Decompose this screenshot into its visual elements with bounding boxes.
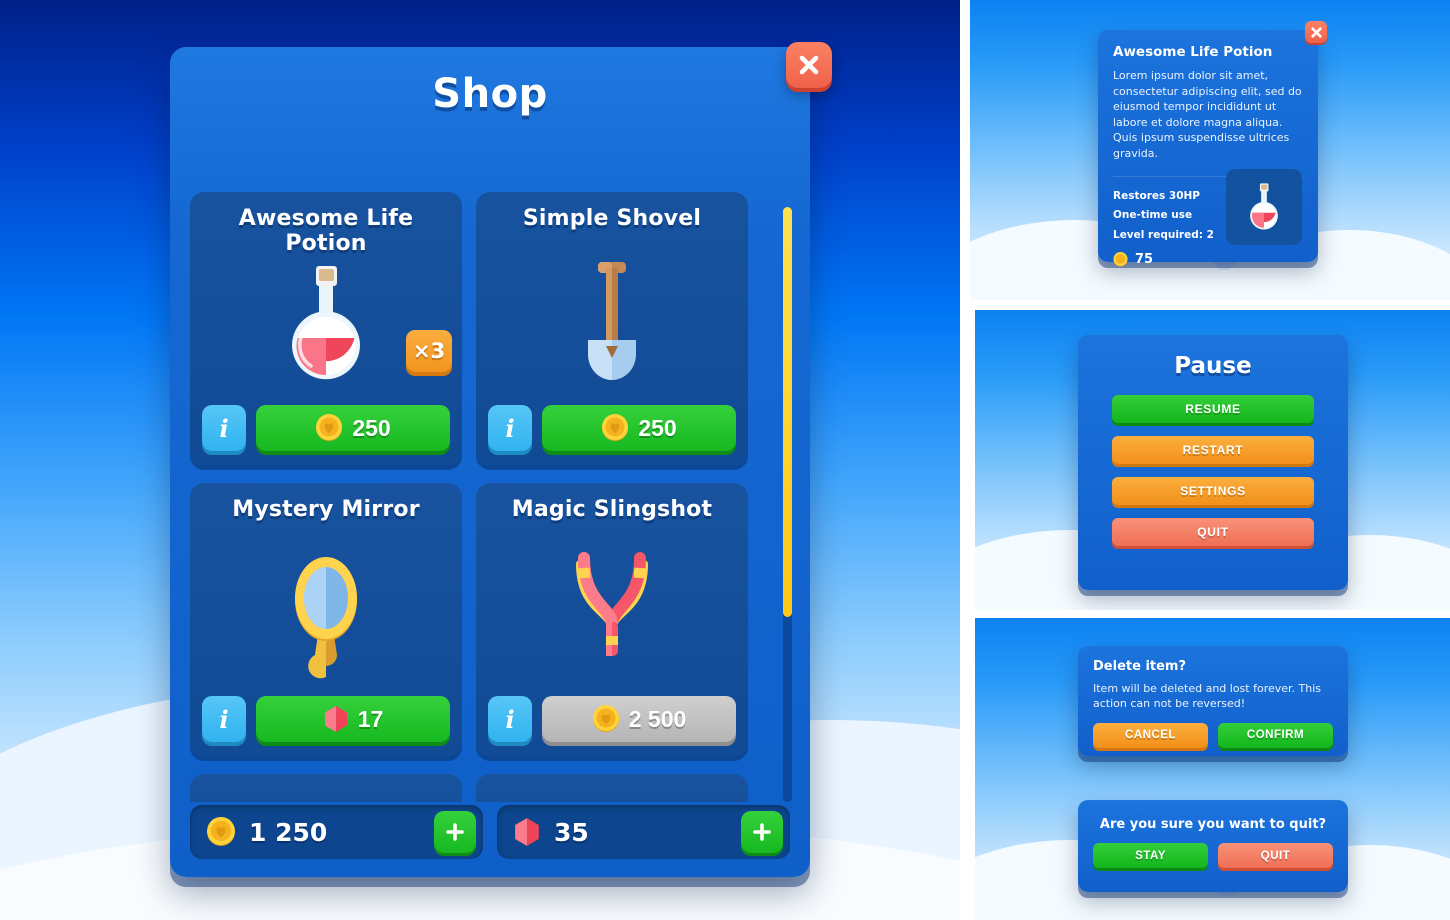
close-icon bbox=[799, 55, 819, 75]
coin-icon bbox=[316, 414, 343, 441]
settings-button[interactable]: SETTINGS bbox=[1112, 477, 1314, 505]
shop-item-row-partial bbox=[190, 774, 790, 802]
shop-card-title: Mystery Mirror bbox=[232, 497, 420, 522]
shop-buy-button[interactable]: 17 bbox=[256, 696, 450, 742]
dialogs-scene: Delete item? Item will be deleted and lo… bbox=[975, 618, 1450, 920]
shop-info-button[interactable]: i bbox=[202, 405, 246, 451]
shop-card-shovel[interactable]: Simple Shovel i 250 bbox=[476, 192, 748, 465]
quit-button[interactable]: QUIT bbox=[1112, 518, 1314, 546]
delete-item-dialog: Delete item? Item will be deleted and lo… bbox=[1078, 646, 1348, 756]
shop-card-actions: i 17 bbox=[202, 696, 450, 742]
plus-icon bbox=[753, 823, 771, 841]
tooltip-item-thumbnail bbox=[1226, 169, 1302, 245]
coin-icon bbox=[592, 705, 619, 732]
close-icon bbox=[1310, 26, 1322, 38]
shop-card-art bbox=[190, 535, 462, 695]
shop-card-title: Magic Slingshot bbox=[511, 497, 713, 522]
wallet-gem-amount: 35 bbox=[554, 817, 589, 847]
gem-icon bbox=[515, 818, 539, 846]
wallet-bar: 1 250 35 bbox=[190, 805, 790, 859]
shop-modal: Shop Awesome Life Potion ×3 i 250 Simple… bbox=[170, 42, 832, 877]
quit-confirm-dialog: Are you sure you want to quit? STAY QUIT bbox=[1078, 800, 1348, 892]
shop-card-partial[interactable] bbox=[190, 774, 462, 802]
restart-button[interactable]: RESTART bbox=[1112, 436, 1314, 464]
quit-dialog-actions: STAY QUIT bbox=[1093, 843, 1333, 868]
resume-button[interactable]: RESUME bbox=[1112, 395, 1314, 423]
shop-card-art bbox=[190, 244, 462, 404]
tooltip-description: Lorem ipsum dolor sit amet, consectetur … bbox=[1113, 69, 1302, 161]
pause-title: Pause bbox=[1174, 353, 1252, 379]
shop-buy-button[interactable]: 250 bbox=[542, 405, 736, 451]
mirror-icon bbox=[295, 557, 357, 679]
item-tooltip-panel: Awesome Life Potion Lorem ipsum dolor si… bbox=[1098, 21, 1327, 267]
stay-button[interactable]: STAY bbox=[1093, 843, 1208, 868]
shop-buy-price: 2 500 bbox=[628, 705, 687, 732]
shop-buy-price: 250 bbox=[352, 414, 391, 441]
tooltip-price: 75 bbox=[1113, 251, 1303, 267]
shop-buy-button[interactable]: 2 500 bbox=[542, 696, 736, 742]
shop-info-button[interactable]: i bbox=[202, 696, 246, 742]
delete-dialog-actions: CANCEL CONFIRM bbox=[1093, 722, 1333, 748]
shop-card-mirror[interactable]: Mystery Mirror i 17 bbox=[190, 483, 462, 756]
plus-icon bbox=[446, 823, 464, 841]
shop-buy-price: 250 bbox=[638, 414, 677, 441]
shop-close-button[interactable] bbox=[786, 42, 832, 88]
shop-card-partial[interactable] bbox=[476, 774, 748, 802]
shop-card-actions: i 250 bbox=[202, 405, 450, 451]
shop-card-slingshot[interactable]: Magic Slingshot i 2 500 bbox=[476, 483, 748, 756]
add-gems-button[interactable] bbox=[741, 811, 783, 853]
shop-scrollbar-thumb[interactable] bbox=[783, 207, 792, 617]
pause-menu-panel: Pause RESUME RESTART SETTINGS QUIT bbox=[1078, 335, 1348, 590]
shop-item-grid: Awesome Life Potion ×3 i 250 Simple Shov… bbox=[190, 192, 790, 756]
shop-card-title: Simple Shovel bbox=[522, 206, 702, 231]
wallet-coin-amount: 1 250 bbox=[249, 817, 328, 847]
shop-info-button[interactable]: i bbox=[488, 405, 532, 451]
shop-buy-button[interactable]: 250 bbox=[256, 405, 450, 451]
tooltip-title: Awesome Life Potion bbox=[1113, 44, 1273, 60]
shop-title: Shop bbox=[432, 71, 548, 117]
delete-dialog-title: Delete item? bbox=[1093, 659, 1187, 674]
shop-buy-price: 17 bbox=[357, 705, 384, 732]
shop-card-actions: i 2 500 bbox=[488, 696, 736, 742]
quit-dialog-title: Are you sure you want to quit? bbox=[1099, 817, 1327, 832]
shop-scene: Shop Awesome Life Potion ×3 i 250 Simple… bbox=[0, 0, 960, 920]
confirm-button[interactable]: CONFIRM bbox=[1218, 722, 1333, 748]
pause-scene: Pause RESUME RESTART SETTINGS QUIT bbox=[975, 310, 1450, 610]
slingshot-icon bbox=[576, 552, 648, 656]
potion-icon bbox=[292, 266, 360, 380]
shop-card-art bbox=[476, 535, 748, 695]
shovel-icon bbox=[588, 262, 636, 380]
coin-icon bbox=[602, 414, 629, 441]
shop-info-button[interactable]: i bbox=[488, 696, 532, 742]
wallet-coins: 1 250 bbox=[190, 805, 483, 859]
wallet-gems: 35 bbox=[497, 805, 790, 859]
shop-scrollbar-track[interactable] bbox=[783, 207, 792, 802]
delete-dialog-text: Item will be deleted and lost forever. T… bbox=[1093, 682, 1322, 711]
cancel-button[interactable]: CANCEL bbox=[1093, 722, 1208, 748]
tooltip-scene: Awesome Life Potion Lorem ipsum dolor si… bbox=[970, 0, 1450, 300]
quit-button[interactable]: QUIT bbox=[1218, 843, 1333, 868]
shop-card-potion[interactable]: Awesome Life Potion ×3 i 250 bbox=[190, 192, 462, 465]
shop-item-list[interactable]: Awesome Life Potion ×3 i 250 Simple Shov… bbox=[190, 192, 790, 802]
potion-icon bbox=[1250, 183, 1278, 230]
coin-icon bbox=[1113, 251, 1128, 267]
shop-card-actions: i 250 bbox=[488, 405, 736, 451]
add-coins-button[interactable] bbox=[434, 811, 476, 853]
tooltip-price-value: 75 bbox=[1135, 251, 1154, 267]
coin-icon bbox=[207, 817, 235, 846]
shop-card-quantity-badge: ×3 bbox=[406, 330, 452, 372]
tooltip-close-button[interactable] bbox=[1305, 21, 1327, 43]
shop-card-art bbox=[476, 244, 748, 404]
gem-icon bbox=[324, 706, 347, 732]
screenshot-root: Shop Awesome Life Potion ×3 i 250 Simple… bbox=[0, 0, 1450, 920]
